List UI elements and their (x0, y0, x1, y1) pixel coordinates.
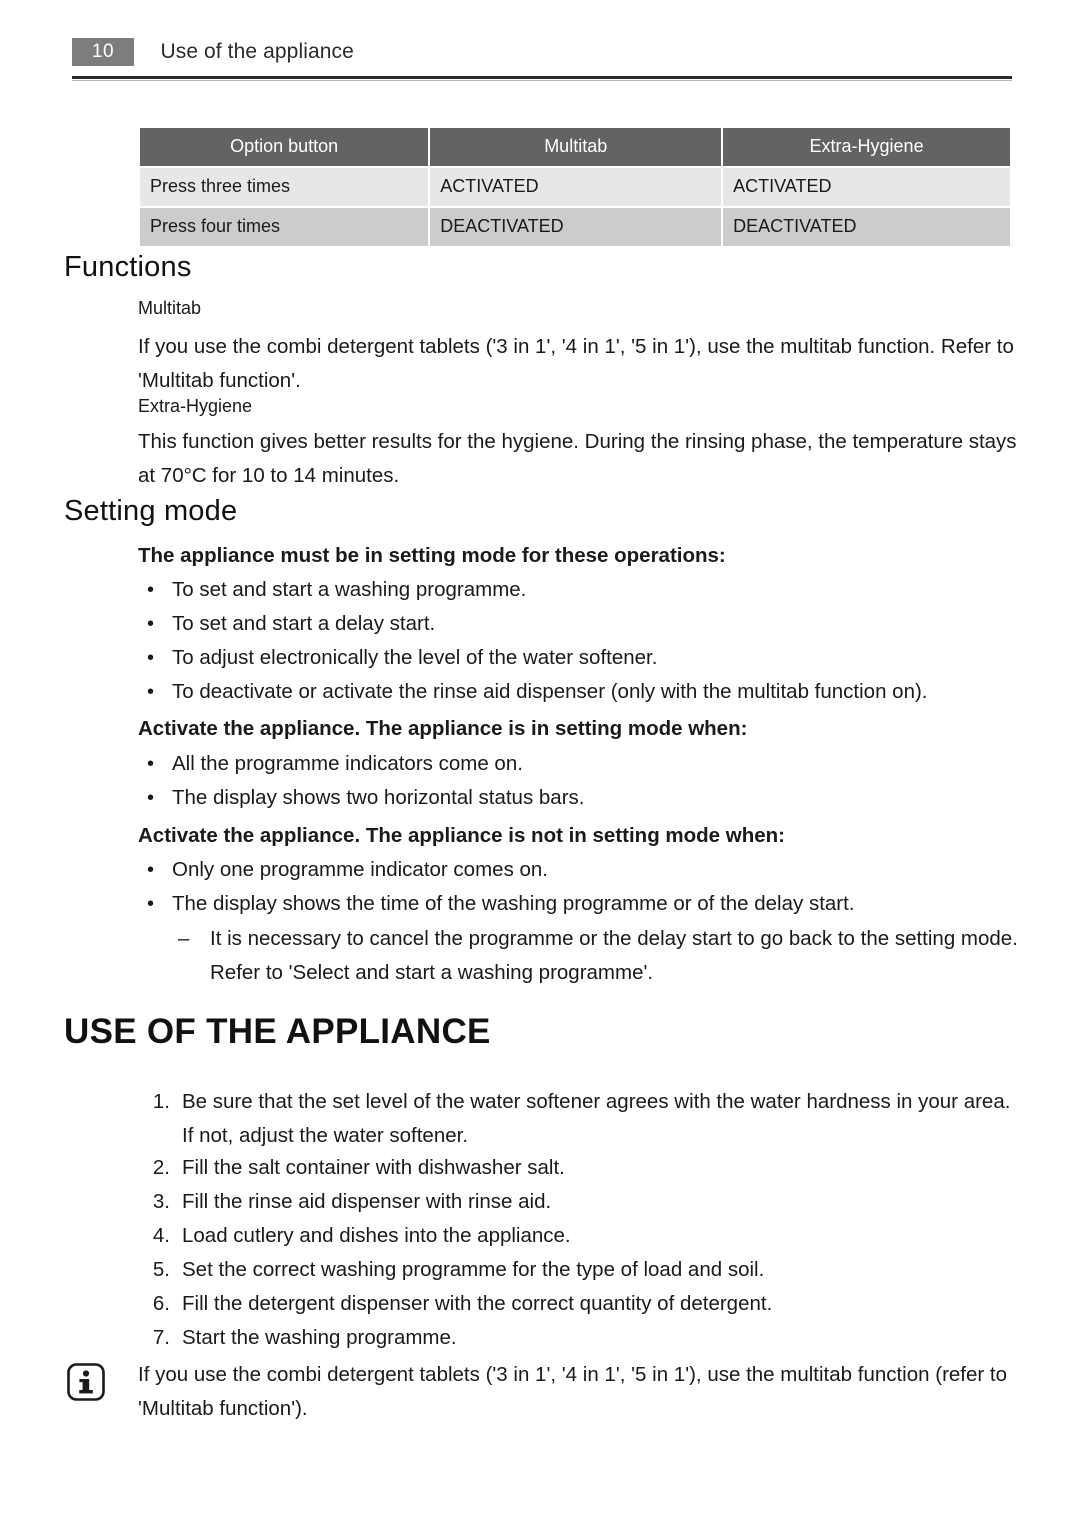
ordered-list-item: 7. Start the washing programme. (138, 1321, 1018, 1355)
label-extra-hygiene: Extra-Hygiene (138, 396, 253, 416)
ordered-list-item-label: Be sure that the set level of the water … (182, 1090, 1011, 1147)
header-divider (72, 76, 1012, 79)
bullet-icon: • (147, 647, 155, 669)
dash-icon: – (178, 927, 190, 950)
list-item-label: The display shows two horizontal status … (172, 786, 585, 809)
table-row: Press four times DEACTIVATED DEACTIVATED (140, 208, 1010, 246)
sub-list-item-label: It is necessary to cancel the programme … (210, 927, 1018, 984)
list-item: • To set and start a delay start. (138, 607, 1018, 641)
header-divider-secondary (72, 80, 1012, 81)
bullet-icon: • (147, 753, 155, 775)
paragraph-extra-hygiene: This function gives better results for t… (138, 430, 1017, 487)
info-note-text: If you use the combi detergent tablets (… (138, 1363, 1008, 1420)
ordered-list-item: 1. Be sure that the set level of the wat… (138, 1085, 1018, 1153)
table-cell: Press four times (140, 208, 429, 246)
label-multitab: Multitab (138, 298, 202, 318)
page-number-badge: 10 (72, 38, 134, 66)
setting-mode-not-in-heading: Activate the appliance. The appliance is… (138, 824, 786, 847)
list-number: 7. (152, 1326, 170, 1349)
list-item: • Only one programme indicator comes on. (138, 853, 1018, 887)
info-icon (66, 1362, 106, 1402)
list-item-label: All the programme indicators come on. (172, 752, 523, 775)
list-number: 3. (152, 1190, 170, 1213)
bullet-icon: • (147, 681, 155, 703)
table-header-row: Option button Multitab Extra-Hygiene (140, 128, 1010, 166)
ordered-list-item: 3. Fill the rinse aid dispenser with rin… (138, 1185, 1018, 1219)
table-header-multitab: Multitab (430, 128, 722, 166)
option-button-table: Option button Multitab Extra-Hygiene Pre… (138, 126, 1012, 248)
setting-mode-intro: The appliance must be in setting mode fo… (138, 544, 726, 567)
table-cell: DEACTIVATED (723, 208, 1010, 246)
bullet-icon: • (147, 579, 155, 601)
table-header-extra-hygiene: Extra-Hygiene (723, 128, 1010, 166)
ordered-list-item-label: Set the correct washing programme for th… (182, 1258, 765, 1281)
page-title: Use of the appliance (160, 40, 354, 63)
heading-setting-mode: Setting mode (64, 495, 238, 527)
table-header-option-button: Option button (140, 128, 429, 166)
list-number: 2. (152, 1156, 170, 1179)
list-item-label: To deactivate or activate the rinse aid … (172, 680, 928, 703)
table-row: Press three times ACTIVATED ACTIVATED (140, 168, 1010, 206)
heading-use-of-the-appliance: USE OF THE APPLIANCE (64, 1012, 491, 1051)
ordered-list-item-label: Start the washing programme. (182, 1326, 457, 1349)
ordered-list-item: 6. Fill the detergent dispenser with the… (138, 1287, 1018, 1321)
list-item-label: To adjust electronically the level of th… (172, 646, 658, 669)
list-item-label: Only one programme indicator comes on. (172, 858, 549, 881)
heading-functions: Functions (64, 251, 192, 283)
list-number: 4. (152, 1224, 170, 1247)
ordered-list-item: 5. Set the correct washing programme for… (138, 1253, 1018, 1287)
ordered-list-item-label: Fill the detergent dispenser with the co… (182, 1292, 773, 1315)
sub-list-item: – It is necessary to cancel the programm… (138, 922, 1018, 990)
bullet-icon: • (147, 613, 155, 635)
table-cell: ACTIVATED (430, 168, 722, 206)
list-item-label: To set and start a delay start. (172, 612, 436, 635)
list-item: • The display shows two horizontal statu… (138, 781, 1018, 815)
ordered-list-item: 2. Fill the salt container with dishwash… (138, 1151, 1018, 1185)
list-item: • All the programme indicators come on. (138, 747, 1018, 781)
list-item: • To adjust electronically the level of … (138, 641, 1018, 675)
list-item: • To deactivate or activate the rinse ai… (138, 675, 1018, 709)
list-number: 1. (152, 1090, 170, 1113)
list-number: 6. (152, 1292, 170, 1315)
ordered-list-item: 4. Load cutlery and dishes into the appl… (138, 1219, 1018, 1253)
list-item-label: The display shows the time of the washin… (172, 892, 855, 915)
bullet-icon: • (147, 859, 155, 881)
table-cell: Press three times (140, 168, 429, 206)
ordered-list-item-label: Load cutlery and dishes into the applian… (182, 1224, 571, 1247)
table-cell: ACTIVATED (723, 168, 1010, 206)
list-item: • To set and start a washing programme. (138, 573, 1018, 607)
list-item-label: To set and start a washing programme. (172, 578, 527, 601)
paragraph-multitab: If you use the combi detergent tablets (… (138, 335, 1014, 392)
ordered-list-item-label: Fill the rinse aid dispenser with rinse … (182, 1190, 552, 1213)
setting-mode-in-heading: Activate the appliance. The appliance is… (138, 717, 748, 740)
bullet-icon: • (147, 893, 155, 915)
list-item: • The display shows the time of the wash… (138, 887, 1018, 921)
table-cell: DEACTIVATED (430, 208, 722, 246)
ordered-list-item-label: Fill the salt container with dishwasher … (182, 1156, 565, 1179)
bullet-icon: • (147, 787, 155, 809)
list-number: 5. (152, 1258, 170, 1281)
